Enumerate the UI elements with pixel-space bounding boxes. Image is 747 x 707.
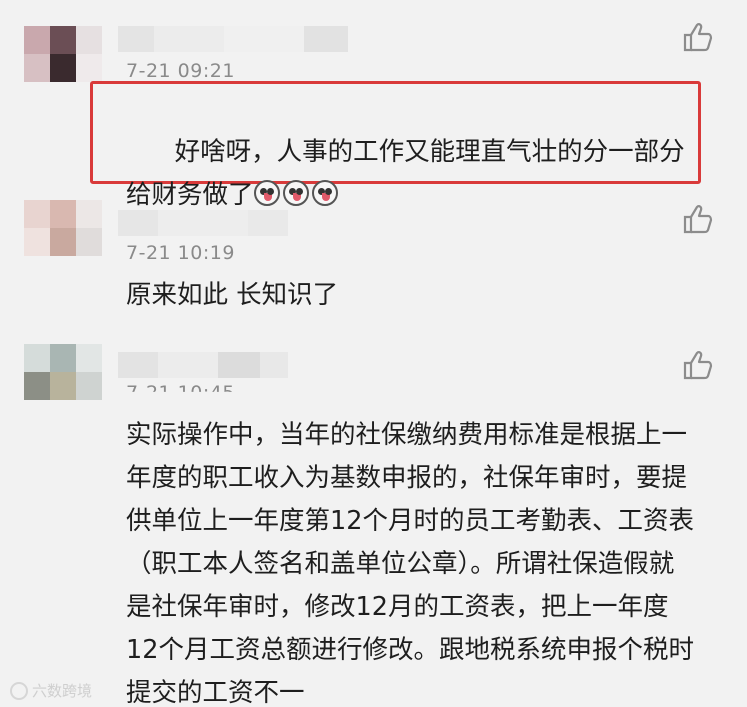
thumbs-up-icon[interactable] xyxy=(683,204,715,234)
comment-item: 7-21 10:19 原来如此 长知识了 xyxy=(0,190,747,340)
comment-timestamp: 7-21 10:45 xyxy=(126,382,235,404)
avatar[interactable] xyxy=(24,344,102,400)
comment-text: 原来如此 长知识了 xyxy=(126,280,339,310)
comment-timestamp: 7-21 10:19 xyxy=(126,242,235,264)
avatar[interactable] xyxy=(24,26,102,82)
watermark-logo-icon xyxy=(10,681,28,700)
username-blurred[interactable] xyxy=(118,210,288,236)
watermark-text: 六数跨境 xyxy=(32,682,93,700)
watermark: 六数跨境 xyxy=(10,680,92,701)
username-blurred[interactable] xyxy=(118,352,288,378)
comment-item: 7-21 10:45 实际操作中，当年的社保缴纳费用标准是根据上一年度的职工收入… xyxy=(0,330,747,707)
comment-item: 7-21 09:21 好啥呀，人事的工作又能理直气壮的分一部分给财务做了 xyxy=(0,0,747,210)
username-blurred[interactable] xyxy=(118,26,348,52)
comment-list: 7-21 09:21 好啥呀，人事的工作又能理直气壮的分一部分给财务做了 7-2… xyxy=(0,0,747,707)
comment-timestamp: 7-21 09:21 xyxy=(126,60,235,82)
thumbs-up-icon[interactable] xyxy=(683,22,715,52)
thumbs-up-icon[interactable] xyxy=(683,350,715,380)
avatar[interactable] xyxy=(24,200,102,256)
comment-text: 实际操作中，当年的社保缴纳费用标准是根据上一年度的职工收入为基数申报的，社保年审… xyxy=(126,420,694,707)
